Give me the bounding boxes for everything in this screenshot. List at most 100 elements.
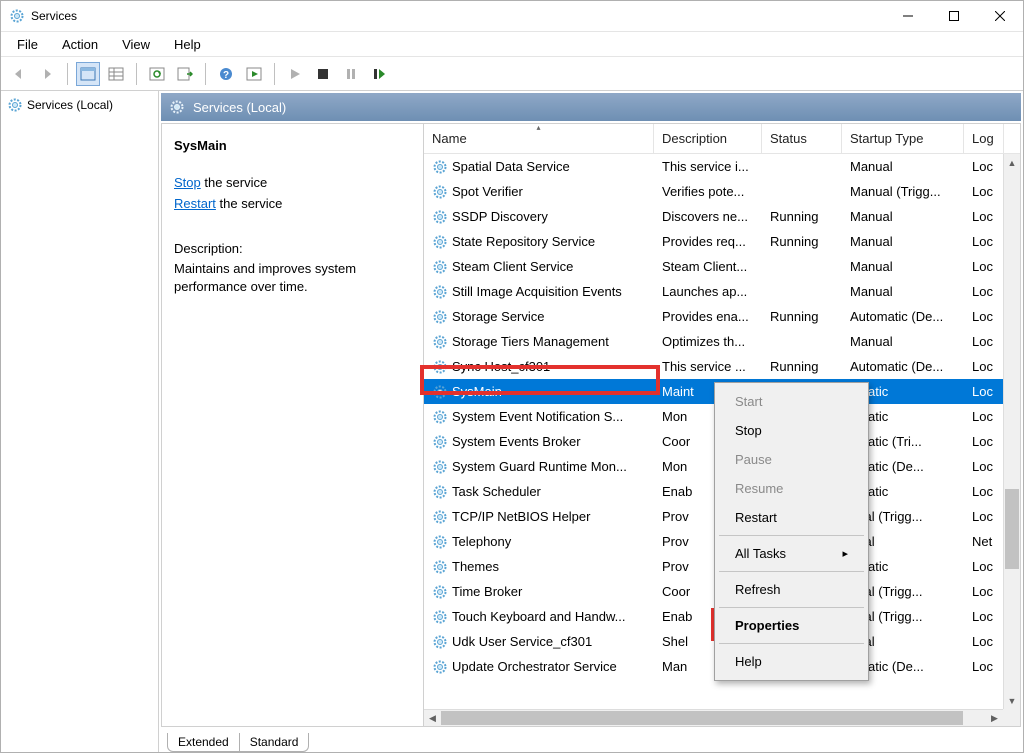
service-row[interactable]: Spatial Data ServiceThis service i...Man… (424, 154, 1020, 179)
gear-icon (9, 8, 25, 24)
gear-icon (432, 309, 448, 325)
service-row[interactable]: Spot VerifierVerifies pote...Manual (Tri… (424, 179, 1020, 204)
context-menu-item[interactable]: Help (717, 647, 866, 676)
tree-pane: Services (Local) (1, 91, 159, 752)
context-menu-item: Start (717, 387, 866, 416)
scroll-thumb-h[interactable] (441, 711, 963, 725)
service-name-cell: Spatial Data Service (452, 159, 570, 174)
maximize-button[interactable] (931, 1, 977, 31)
right-pane: Services (Local) SysMain Stop the servic… (159, 91, 1023, 752)
toolbar-list-button[interactable] (104, 62, 128, 86)
scroll-down-arrow[interactable]: ▼ (1004, 692, 1020, 709)
service-row[interactable]: State Repository ServiceProvides req...R… (424, 229, 1020, 254)
gear-icon (432, 609, 448, 625)
service-name-cell: Storage Service (452, 309, 545, 324)
forward-button[interactable] (35, 62, 59, 86)
service-name-cell: SSDP Discovery (452, 209, 548, 224)
close-button[interactable] (977, 1, 1023, 31)
service-name-cell: Time Broker (452, 584, 522, 599)
gear-icon (432, 334, 448, 350)
gear-icon (432, 159, 448, 175)
toolbar-detail-button[interactable] (76, 62, 100, 86)
gear-icon (432, 459, 448, 475)
gear-icon (432, 634, 448, 650)
service-name-cell: Task Scheduler (452, 484, 541, 499)
gear-icon (169, 99, 185, 115)
context-menu-item[interactable]: Restart (717, 503, 866, 532)
gear-icon (432, 259, 448, 275)
gear-icon (432, 284, 448, 300)
gear-icon (432, 409, 448, 425)
tabstrip: Extended Standard (159, 728, 1023, 752)
scroll-up-arrow[interactable]: ▲ (1004, 154, 1020, 171)
tree-item-label: Services (Local) (27, 98, 113, 112)
gear-icon (432, 234, 448, 250)
column-header[interactable]: Startup Type (842, 124, 964, 153)
restart-service-button[interactable] (367, 62, 391, 86)
context-menu-item[interactable]: Stop (717, 416, 866, 445)
service-row[interactable]: Storage ServiceProvides ena...RunningAut… (424, 304, 1020, 329)
menubar: File Action View Help (1, 32, 1023, 57)
service-name-cell: Themes (452, 559, 499, 574)
toolbar-properties-button[interactable] (242, 62, 266, 86)
stop-link[interactable]: Stop (174, 175, 201, 190)
menu-help[interactable]: Help (166, 35, 209, 54)
service-name-cell: Still Image Acquisition Events (452, 284, 622, 299)
service-name-cell: System Guard Runtime Mon... (452, 459, 627, 474)
column-header[interactable]: Log (964, 124, 1004, 153)
service-row[interactable]: Still Image Acquisition EventsLaunches a… (424, 279, 1020, 304)
scroll-thumb[interactable] (1005, 489, 1019, 569)
service-name-cell: Udk User Service_cf301 (452, 634, 592, 649)
start-service-button[interactable] (283, 62, 307, 86)
help-button[interactable]: ? (214, 62, 238, 86)
tab-extended[interactable]: Extended (167, 733, 240, 752)
service-row[interactable]: Sync Host_cf301This service ...RunningAu… (424, 354, 1020, 379)
service-name-cell: Spot Verifier (452, 184, 523, 199)
tab-standard[interactable]: Standard (239, 733, 310, 752)
context-menu-item[interactable]: Properties (717, 611, 866, 640)
description-label: Description: (174, 241, 411, 256)
service-row[interactable]: Storage Tiers ManagementOptimizes th...M… (424, 329, 1020, 354)
menu-view[interactable]: View (114, 35, 158, 54)
tree-item-services[interactable]: Services (Local) (3, 95, 156, 115)
menu-file[interactable]: File (9, 35, 46, 54)
context-menu-item: Pause (717, 445, 866, 474)
column-header[interactable]: Description (654, 124, 762, 153)
scroll-left-arrow[interactable]: ◀ (424, 710, 441, 726)
service-name-cell: Steam Client Service (452, 259, 573, 274)
horizontal-scrollbar[interactable]: ◀ ▶ (424, 709, 1003, 726)
context-menu-item: Resume (717, 474, 866, 503)
pane-title: Services (Local) (193, 100, 286, 115)
service-name-cell: State Repository Service (452, 234, 595, 249)
detail-area: SysMain Stop the service Restart the ser… (161, 123, 1021, 727)
vertical-scrollbar[interactable]: ▲ ▼ (1003, 154, 1020, 709)
context-menu-item[interactable]: Refresh (717, 575, 866, 604)
detail-service-name: SysMain (174, 138, 411, 153)
toolbar: ? (1, 57, 1023, 91)
titlebar: Services (1, 1, 1023, 32)
service-name-cell: Sync Host_cf301 (452, 359, 550, 374)
column-header[interactable]: Name▴ (424, 124, 654, 153)
gear-icon (432, 359, 448, 375)
minimize-button[interactable] (885, 1, 931, 31)
column-header[interactable]: Status (762, 124, 842, 153)
context-menu-item[interactable]: All Tasks▸ (717, 539, 866, 568)
restart-link[interactable]: Restart (174, 196, 216, 211)
service-name-cell: TCP/IP NetBIOS Helper (452, 509, 590, 524)
description-text: Maintains and improves system performanc… (174, 260, 411, 296)
service-name-cell: System Event Notification S... (452, 409, 623, 424)
services-window: Services File Action View Help ? (0, 0, 1024, 753)
menu-action[interactable]: Action (54, 35, 106, 54)
stop-service-button[interactable] (311, 62, 335, 86)
scroll-right-arrow[interactable]: ▶ (986, 710, 1003, 726)
gear-icon (432, 584, 448, 600)
service-name-cell: Storage Tiers Management (452, 334, 609, 349)
pause-service-button[interactable] (339, 62, 363, 86)
export-button[interactable] (173, 62, 197, 86)
back-button[interactable] (7, 62, 31, 86)
list-header: Name▴DescriptionStatusStartup TypeLog (424, 124, 1020, 154)
service-name-cell: Touch Keyboard and Handw... (452, 609, 625, 624)
service-row[interactable]: Steam Client ServiceSteam Client...Manua… (424, 254, 1020, 279)
refresh-button[interactable] (145, 62, 169, 86)
service-row[interactable]: SSDP DiscoveryDiscovers ne...RunningManu… (424, 204, 1020, 229)
